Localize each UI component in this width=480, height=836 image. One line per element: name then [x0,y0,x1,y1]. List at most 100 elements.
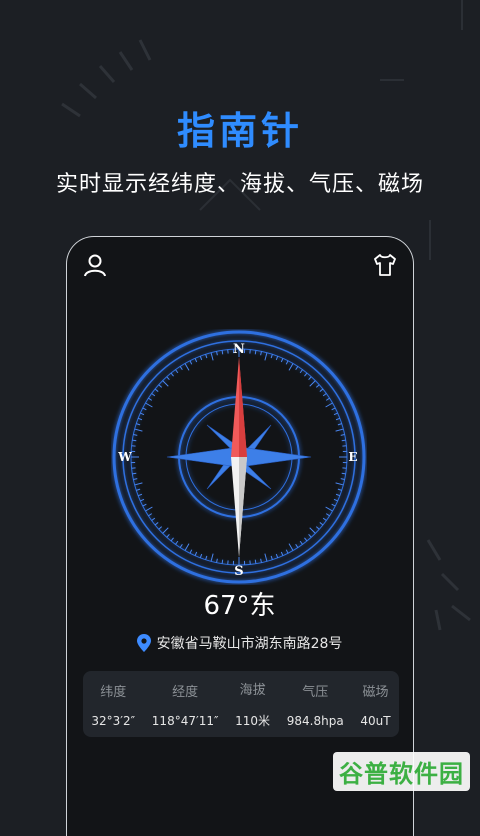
compass-tick [286,550,288,554]
stats-panel: 纬度 32°3′2″ 经度 118°47′11″ 海拔 110米 气压 984.… [83,671,399,737]
user-icon[interactable] [81,251,109,279]
page-title: 指南针 [0,100,480,155]
compass-tick [281,358,283,362]
pin-icon [137,634,151,652]
watermark-logo: 谷普软件园 [333,752,470,791]
compass-tick [180,366,182,369]
compass-tick [265,353,267,361]
compass-tick [286,361,288,365]
compass-tick [163,528,169,534]
compass-tick [206,354,207,358]
compass-tick [136,489,140,490]
compass-tick [217,559,218,563]
stat-label: 磁场 [360,681,390,700]
compass-tick [300,541,302,544]
compass-tick [195,552,197,556]
compass-tick [143,408,147,410]
stat-label: 气压 [287,681,344,700]
stat-latitude: 纬度 32°3′2″ [91,681,135,728]
compass-tick [326,403,333,407]
compass-tick [323,394,326,396]
compass-tick [190,361,192,365]
compass-tick [132,473,136,474]
compass-tick [296,544,298,547]
compass-tick [341,435,345,436]
compass-tick [200,554,201,558]
compass-tick [152,518,155,520]
page-subtitle: 实时显示经纬度、海拔、气压、磁场 [0,166,480,198]
compass-tick [316,385,319,388]
compass-tick [271,354,272,358]
compass-label-east: E [348,450,357,464]
compass-tick [326,398,329,400]
compass-tick [195,358,197,362]
compass-tick [159,385,162,388]
compass-tick [326,514,329,516]
compass-tick [310,528,316,534]
compass-tick [334,499,338,501]
compass-tick [148,514,151,516]
compass-tick [136,424,140,425]
compass-tick [338,424,342,425]
compass-tick [143,504,147,506]
compass-tick [281,552,283,556]
heading-readout: 67°东 [67,585,412,622]
compass-tick [190,550,192,554]
stat-longitude: 经度 118°47′11″ [152,681,219,728]
compass-tick [133,435,137,436]
stat-value: 110米 [235,712,270,729]
compass-tick [342,473,346,474]
compass-tick [276,356,277,360]
compass-tick [341,479,345,480]
compass-label-west: W [117,450,132,464]
compass-tick [323,518,326,520]
compass-tick [171,373,174,376]
compass-tick [326,507,333,511]
compass-tick [171,538,174,541]
stat-pressure: 气压 984.8hpa [287,681,344,728]
compass-tick [145,507,152,511]
address-text: 安徽省马鞍山市湖东南路28号 [157,633,343,653]
compass-tick [261,559,262,563]
compass-tick [332,504,336,506]
stat-value: 118°47′11″ [152,714,219,728]
compass-tick [316,527,319,530]
compass-tick [155,389,158,392]
compass-label-north: N [233,342,245,357]
compass-dial: N S E W [111,329,367,585]
compass-tick [320,389,323,392]
compass-tick [132,440,136,441]
compass-tick [200,356,201,360]
compass-tick [310,381,316,387]
compass-tick [152,394,155,396]
compass-tick [155,522,158,525]
compass-tick [167,377,170,380]
stat-value: 32°3′2″ [91,714,135,728]
compass-tick [185,544,189,551]
compass-tick [222,560,223,564]
compass-tick [334,413,338,415]
compass-tick [342,440,346,441]
compass-tick [300,370,302,373]
compass-tick [309,377,312,380]
compass-tick [185,363,189,370]
compass-tick [289,544,293,551]
shirt-icon[interactable] [371,251,399,279]
compass-tick [133,479,137,480]
stat-magnetic: 磁场 40uT [360,681,390,728]
stat-label: 海拔 [235,679,270,698]
compass-tick [135,483,143,485]
compass-tick [211,554,213,562]
compass-tick [304,373,307,376]
compass-tick [309,534,312,537]
compass-tick [276,554,277,558]
compass-tick [206,556,207,560]
compass-tick [255,560,256,564]
phone-frame: N S E W 67°东 安徽省马鞍山市湖东南路28号 纬度 32°3′2″ 经… [66,236,414,836]
compass-tick [336,494,340,495]
compass-tick [304,538,307,541]
stat-value: 984.8hpa [287,714,344,728]
compass-tick [167,534,170,537]
compass-tick [138,418,142,419]
compass-tick [140,413,144,415]
